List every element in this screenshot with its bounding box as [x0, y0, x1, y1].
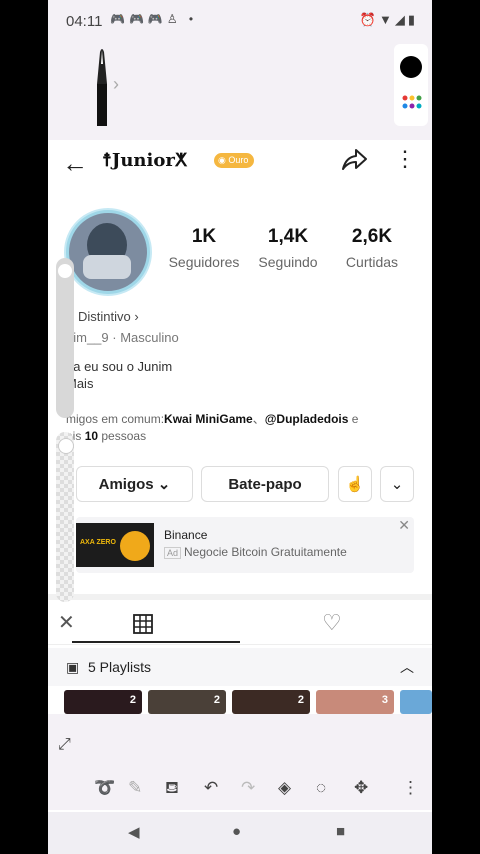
- expand-button[interactable]: ⌄: [380, 466, 414, 502]
- ad-tag: Ad: [164, 547, 182, 559]
- fill-bucket-icon[interactable]: ⛾: [165, 778, 179, 800]
- share-icon[interactable]: [340, 146, 368, 172]
- followers-label: Seguidores: [168, 254, 240, 270]
- playlist-thumb[interactable]: 3: [316, 690, 394, 714]
- playlist-thumb[interactable]: [400, 690, 432, 714]
- more-options-icon[interactable]: ⋮: [394, 146, 416, 172]
- likes-count: 2,6K: [351, 226, 393, 247]
- hand-icon: ☝: [345, 476, 365, 493]
- ad-banner[interactable]: AXA ZERO Binance Ad Negocie Bitcoin Grat…: [76, 517, 414, 573]
- mutual-friends-count: ais 10 pessoas: [66, 429, 147, 443]
- heart-icon[interactable]: ♡: [322, 610, 342, 636]
- layers-icon[interactable]: ◈: [278, 778, 291, 798]
- playlist-icon: ▣: [66, 659, 80, 675]
- grid-icon[interactable]: [132, 614, 154, 634]
- undo-icon[interactable]: ↶: [204, 778, 218, 798]
- ad-thumbnail-text: AXA ZERO: [80, 539, 116, 546]
- followers-count: 1K: [191, 226, 217, 247]
- stat-followers[interactable]: 1K Seguidores: [159, 226, 249, 270]
- level-badge: ◉ Ouro: [214, 153, 255, 168]
- chevron-down-icon: ⌄: [390, 476, 404, 493]
- recents-icon[interactable]: ■: [336, 823, 345, 840]
- selection-icon[interactable]: ◌: [316, 778, 326, 798]
- close-icon[interactable]: ✕: [398, 517, 410, 534]
- section-divider: [48, 594, 432, 600]
- palette-icon[interactable]: [401, 94, 423, 110]
- distinctive-tag[interactable]: Distintivo ›: [78, 309, 139, 324]
- navigation-bar: ◀ ● ■: [48, 812, 432, 854]
- opacity-handle[interactable]: [58, 438, 74, 454]
- poke-button[interactable]: ☝: [338, 466, 372, 502]
- back-icon[interactable]: ◀: [128, 823, 140, 841]
- chat-button[interactable]: Bate-papo: [201, 466, 329, 502]
- avatar[interactable]: [66, 210, 150, 294]
- color-panel[interactable]: [394, 44, 428, 126]
- playlist-thumb[interactable]: 2: [148, 690, 226, 714]
- bitcoin-coin-image: [120, 531, 150, 561]
- playlist-thumb[interactable]: 2: [232, 690, 310, 714]
- chevron-up-icon[interactable]: ︿: [400, 657, 414, 677]
- brush-size-slider[interactable]: [56, 258, 74, 418]
- avatar-frame-gem: [83, 255, 131, 279]
- brush-size-handle[interactable]: [58, 264, 72, 278]
- ad-title: Binance: [164, 528, 208, 542]
- active-tab-indicator: [72, 641, 240, 643]
- close-icon[interactable]: ✕: [58, 610, 75, 635]
- redo-icon[interactable]: ↷: [241, 778, 255, 798]
- status-time: 04:11: [66, 13, 103, 30]
- brush-selector[interactable]: [80, 44, 126, 126]
- friends-button[interactable]: Amigos ⌄: [76, 466, 193, 502]
- stat-likes[interactable]: 2,6K Curtidas: [327, 226, 417, 270]
- back-arrow-icon[interactable]: ←: [62, 148, 88, 179]
- content-tabs: ♡: [48, 606, 432, 645]
- eraser-icon[interactable]: ✎: [128, 778, 142, 798]
- home-icon[interactable]: ●: [232, 823, 241, 840]
- drawing-toolbar-top: ›: [48, 44, 432, 140]
- following-count: 1,4K: [267, 226, 309, 247]
- brush-icon: [97, 49, 107, 126]
- playlist-thumb[interactable]: 2: [64, 690, 142, 714]
- profile-header: ← ☨Juniorⵅ ◉ Ouro ⋮: [48, 140, 432, 184]
- lasso-icon[interactable]: ➰: [94, 778, 115, 798]
- handle-gender: nim__9 · Masculino: [66, 330, 179, 345]
- drawing-toolbar-bottom: ⤢ ➰ ✎ ⛾ ↶ ↷ ◈ ◌ ✥ ⋮: [48, 714, 432, 810]
- drawing-tools: ➰ ✎ ⛾ ↶ ↷ ◈ ◌ ✥ ⋮: [48, 774, 432, 804]
- phone-screen: 04:11 🎮🎮🎮♙ • ⏰▼◢▮ › ← ☨Juniorⵅ ◉ Ouro ⋮ …: [48, 0, 432, 854]
- transform-icon[interactable]: ✥: [354, 778, 368, 798]
- profile-name: ☨Juniorⵅ: [102, 150, 187, 171]
- system-icons: ⏰▼◢▮: [359, 12, 418, 27]
- likes-label: Curtidas: [345, 254, 399, 270]
- more-icon[interactable]: ⋮: [402, 778, 419, 798]
- following-label: Seguindo: [258, 254, 318, 270]
- playlist-thumbnails: 2 2 2 3: [64, 690, 432, 714]
- notification-icons: 🎮🎮🎮♙ •: [110, 12, 198, 26]
- mutual-friends-line[interactable]: migos em comum:Kwai MiniGame、@Dupladedoi…: [66, 410, 358, 427]
- current-color-swatch[interactable]: [400, 56, 422, 78]
- ad-thumbnail: AXA ZERO: [76, 523, 154, 567]
- chevron-right-icon[interactable]: ›: [113, 74, 119, 95]
- status-bar: 04:11 🎮🎮🎮♙ • ⏰▼◢▮: [48, 0, 432, 44]
- opacity-slider[interactable]: [56, 432, 74, 602]
- stat-following[interactable]: 1,4K Seguindo: [243, 226, 333, 270]
- ad-description: Negocie Bitcoin Gratuitamente: [184, 545, 347, 559]
- playlists-label: 5 Playlists: [88, 659, 152, 675]
- bio-line-1: pa eu sou o Junim: [66, 359, 173, 374]
- playlists-header[interactable]: ▣ 5 Playlists ︿: [48, 648, 432, 686]
- expand-icon[interactable]: ⤢: [58, 736, 71, 754]
